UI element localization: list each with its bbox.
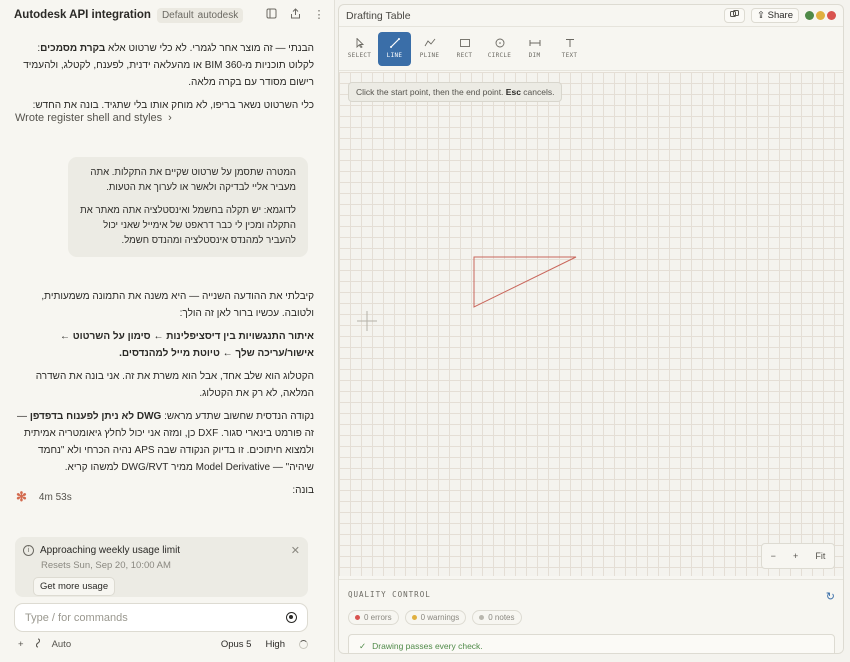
- share-button[interactable]: ⇪ Share: [751, 8, 799, 23]
- chat-header: Autodesk API integration Default autodes…: [0, 0, 335, 30]
- status-dot-yellow[interactable]: [816, 11, 825, 20]
- tool-select[interactable]: SELECT: [343, 32, 376, 66]
- zoom-out-button[interactable]: −: [771, 551, 776, 561]
- crosshair-cursor: [357, 311, 377, 331]
- tool-circle[interactable]: CIRCLE: [483, 32, 516, 66]
- project-tag-name: autodesk: [197, 9, 239, 21]
- thinking-indicator: ✻ 4m 53s: [16, 489, 72, 505]
- drafting-header: Drafting Table ⇪ Share: [339, 5, 843, 27]
- zoom-fit-button[interactable]: Fit: [815, 551, 825, 561]
- user-message-paragraph-2: לדוגמא: יש תקלה בחשמל ואינסטלציה אתה מאת…: [80, 205, 296, 246]
- qc-status: ✓ Drawing passes every check.: [348, 634, 835, 653]
- reply-paragraph-2: איתור התנגשויות בין דיסציפלינות ← סימון …: [59, 331, 314, 359]
- loading-spinner-icon: [299, 640, 308, 649]
- chevron-right-icon: ›: [168, 112, 172, 124]
- tool-text[interactable]: TEXT: [553, 32, 586, 66]
- intro-paragraph-1: הבנתי — זה מוצר אחר לגמרי. לא כלי שרטוט …: [23, 43, 314, 88]
- line-icon: [389, 38, 400, 48]
- zoom-controls: − + Fit: [761, 543, 835, 569]
- drawing-toolbar: SELECT LINE PLINE RECT CIRCLE DIM TEXT: [339, 27, 843, 71]
- tool-call-label: Wrote register shell and styles: [15, 112, 163, 124]
- reply-paragraph-1: קיבלתי את ההודעה השנייה — היא משנה את הת…: [41, 291, 314, 319]
- tool-line[interactable]: LINE: [378, 31, 411, 66]
- voice-icon[interactable]: [286, 612, 297, 623]
- usage-limit-title: Approaching weekly usage limit: [40, 545, 181, 556]
- warnings-badge[interactable]: 0 warnings: [404, 610, 467, 625]
- circle-icon: [495, 38, 504, 48]
- cursor-icon: [356, 38, 364, 48]
- tool-rect[interactable]: RECT: [448, 32, 481, 66]
- assistant-message-reply: קיבלתי את ההודעה השנייה — היא משנה את הת…: [14, 288, 314, 499]
- status-dot-green[interactable]: [805, 11, 814, 20]
- sidebar-icon[interactable]: [265, 8, 277, 22]
- canvas-drawing-layer: [357, 256, 577, 331]
- project-tag-default: Default: [161, 9, 194, 21]
- conversation-title[interactable]: Autodesk API integration: [14, 9, 151, 21]
- window-controls: [805, 11, 836, 20]
- drawing-canvas[interactable]: Click the start point, then the end poin…: [339, 72, 843, 576]
- model-selector[interactable]: Opus 5: [221, 639, 252, 650]
- message-input[interactable]: [25, 611, 286, 624]
- more-icon[interactable]: ⋮: [313, 8, 325, 22]
- drafting-table-panel: Drafting Table ⇪ Share SELECT LINE PLINE…: [338, 4, 844, 654]
- tool-call-summary[interactable]: Wrote register shell and styles ›: [15, 112, 172, 124]
- add-icon[interactable]: +: [18, 639, 24, 650]
- chat-panel: Autodesk API integration Default autodes…: [0, 0, 335, 662]
- user-message-bubble: המטרה שתסמן על שרטוט שקיים את התקלות. את…: [68, 157, 308, 257]
- text-icon: [565, 39, 574, 47]
- notes-badge[interactable]: 0 notes: [472, 610, 522, 625]
- usage-limit-card: i Approaching weekly usage limit ✕ Reset…: [15, 537, 308, 597]
- user-message-paragraph-1: המטרה שתסמן על שרטוט שקיים את התקלות. את…: [90, 167, 296, 193]
- rect-icon: [459, 39, 470, 47]
- mode-selector[interactable]: Auto: [52, 639, 72, 650]
- drafting-title: Drafting Table: [346, 9, 411, 22]
- link-icon: [730, 10, 740, 17]
- tool-polyline[interactable]: PLINE: [413, 32, 446, 66]
- effort-selector[interactable]: High: [265, 639, 285, 650]
- qc-heading: QUALITY CONTROL: [348, 590, 431, 599]
- share-icon[interactable]: [289, 8, 301, 22]
- asterisk-icon: ✻: [16, 489, 27, 504]
- info-icon: i: [23, 545, 34, 556]
- get-more-usage-button[interactable]: Get more usage: [33, 577, 116, 596]
- quality-control-panel: QUALITY CONTROL ↻ 0 errors 0 warnings 0 …: [339, 579, 843, 653]
- drawn-triangle: [473, 256, 577, 308]
- reply-paragraph-4: נקודה הנדסית שחשוב שתדע מראש: DWG לא נית…: [17, 411, 314, 473]
- zoom-in-button[interactable]: +: [793, 551, 798, 561]
- polyline-icon: [424, 38, 435, 47]
- refresh-icon[interactable]: ↻: [826, 590, 836, 603]
- close-dot-red[interactable]: [827, 11, 836, 20]
- attachment-icon[interactable]: [34, 638, 42, 651]
- message-composer: [14, 603, 308, 632]
- usage-reset-time: Resets Sun, Sep 20, 10:00 AM: [41, 560, 171, 571]
- errors-badge[interactable]: 0 errors: [348, 610, 399, 625]
- project-tag[interactable]: Default autodesk: [156, 7, 244, 23]
- check-icon: ✓: [359, 640, 367, 651]
- elapsed-time: 4m 53s: [38, 491, 72, 503]
- composer-footer: + Auto Opus 5 High: [18, 638, 308, 651]
- close-icon[interactable]: ✕: [291, 544, 300, 557]
- assistant-message-intro: הבנתי — זה מוצר אחר לגמרי. לא כלי שרטוט …: [14, 40, 314, 114]
- copy-link-button[interactable]: [724, 8, 746, 23]
- share-icon: ⇪: [757, 10, 765, 21]
- reply-paragraph-3: הקטלוג הוא שלב אחד, אבל הוא משרת את זה. …: [35, 371, 314, 399]
- dimension-icon: [529, 40, 540, 46]
- tool-dimension[interactable]: DIM: [518, 32, 551, 66]
